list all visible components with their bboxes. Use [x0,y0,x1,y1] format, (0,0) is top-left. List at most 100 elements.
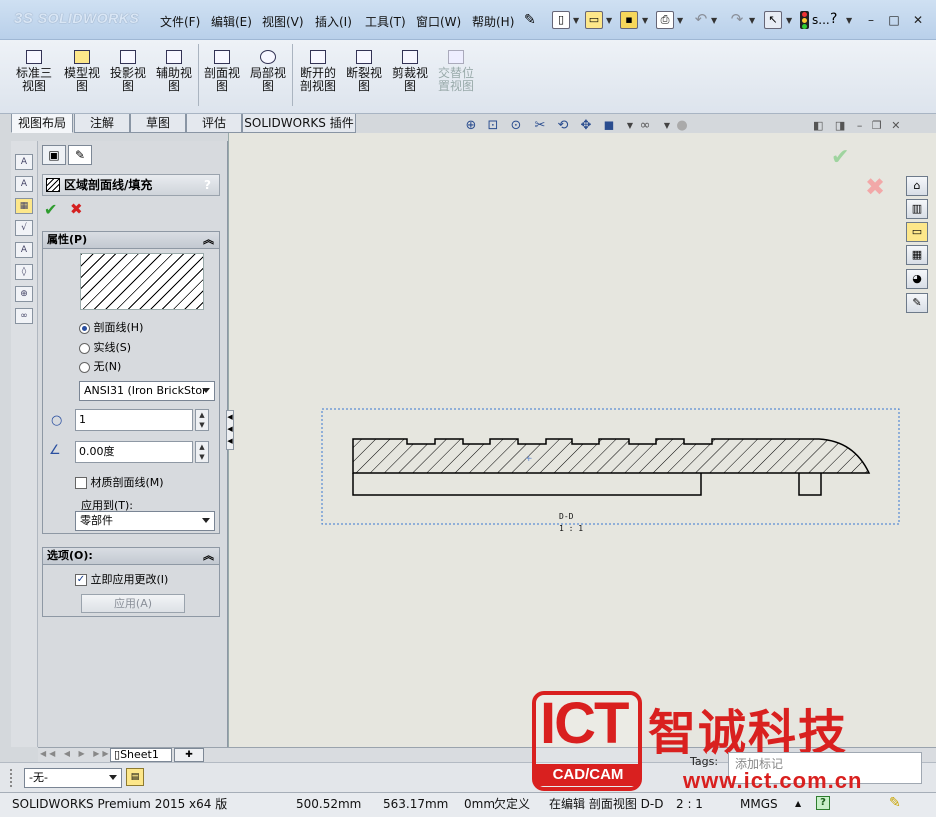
menu-help[interactable]: 帮助(H) [472,13,514,30]
center-mark-icon[interactable]: ⊕ [15,286,33,302]
section-view-button[interactable]: 剖面视图 [200,50,244,93]
pan-icon[interactable]: ✥ [578,118,594,134]
traffic-light-icon[interactable] [800,11,809,29]
zoom-previous-icon[interactable]: ⊙ [508,118,524,134]
zoom-to-area-icon[interactable]: ⊡ [485,118,501,134]
search-commands-label[interactable]: s... [812,13,830,27]
maximize-icon[interactable]: □ [885,12,903,28]
collapse-icon[interactable]: ︽ [203,232,214,248]
open-folder-icon[interactable]: ▭ [585,11,603,29]
file-explorer-icon[interactable]: ▭ [906,222,928,242]
close-doc-icon[interactable]: ✕ [891,119,900,132]
menu-tools[interactable]: 工具(T) [365,13,406,30]
restore-doc-icon[interactable]: ❐ [872,119,882,132]
chevron-down-icon[interactable]: ▼ [677,16,683,25]
radio-solid[interactable]: 实线(S) [79,339,131,355]
crop-view-button[interactable]: 剪裁视图 [388,50,432,93]
auxiliary-view-button[interactable]: 辅助视图 [152,50,196,93]
scale-stepper[interactable]: ▲ ▼ [195,409,209,431]
apply-immediately-checkbox[interactable]: ✓ 立即应用更改(I) [75,571,168,587]
pin-icon[interactable]: ✎ [524,12,536,28]
hatch-scale-input[interactable]: 1 [75,409,193,431]
print-icon[interactable]: ⎙ [656,11,674,29]
angle-stepper[interactable]: ▲ ▼ [195,441,209,463]
zoom-to-fit-icon[interactable]: ⊕ [463,118,479,134]
chevron-down-icon[interactable]: ▼ [659,118,675,134]
minimize-doc-icon[interactable]: – [857,119,863,132]
minimize-icon[interactable]: – [862,12,880,28]
properties-group-title[interactable]: 属性(P) ︽ [42,231,220,249]
help-question-icon[interactable]: ? [830,11,837,27]
solidworks-resources-icon[interactable]: ⌂ [906,176,928,196]
chevron-down-icon[interactable]: ▼ [573,16,579,25]
ok-button[interactable]: ✔ [44,200,57,219]
feature-manager-tab-icon[interactable]: ▣ [42,145,66,165]
hatch-angle-input[interactable]: 0.00度 [75,441,193,463]
rebuild-tag-icon[interactable]: ✎ [889,795,901,811]
appearance-sphere-icon[interactable]: ● [674,118,690,134]
material-crosshatch-checkbox[interactable]: 材质剖面线(M) [75,474,164,490]
new-file-icon[interactable]: ▯ [552,11,570,29]
collapse-icon[interactable]: ︽ [203,548,214,564]
broken-out-section-button[interactable]: 断开的剖视图 [296,50,340,93]
rotate-icon[interactable]: ⟲ [555,118,571,134]
redo-icon[interactable]: ↷ [728,11,746,29]
select-arrow-icon[interactable]: ↖ [764,11,782,29]
chevron-down-icon[interactable]: ▼ [786,16,792,25]
section-view-tool-icon[interactable]: ✂ [532,118,548,134]
options-group-title[interactable]: 选项(O): ︽ [42,547,220,565]
chevron-up-icon[interactable]: ▲ [795,793,801,815]
tab-evaluate[interactable]: 评估 [186,114,242,133]
apply-to-select[interactable]: 零部件 [75,511,215,531]
note-icon[interactable]: A [15,154,33,170]
sheet-nav-arrows[interactable]: ◀◀ ◀ ▶ ▶▶ [40,749,112,758]
drawing-canvas[interactable]: + [229,133,936,747]
solidworks-logo[interactable]: 3S SOLIDWORKS [14,10,139,27]
link-icon[interactable]: ∞ [15,308,33,324]
custom-properties-icon[interactable]: ✎ [906,293,928,313]
save-icon[interactable]: ▪ [620,11,638,29]
confirm-cancel-icon[interactable]: ✖ [865,173,885,201]
undo-icon[interactable]: ↶ [692,11,710,29]
detail-view-button[interactable]: 局部视图 [246,50,290,93]
chevron-down-icon[interactable]: ▼ [606,16,612,25]
chevron-down-icon[interactable]: ▼ [846,16,852,25]
menu-window[interactable]: 窗口(W) [416,13,461,30]
hatch-pattern-select[interactable]: ANSI31 (Iron BrickStor [79,381,215,401]
surface-finish-icon[interactable]: √ [15,220,33,236]
help-icon[interactable]: ? [816,796,830,810]
model-view-button[interactable]: 模型视图 [60,50,104,93]
datum-icon[interactable]: A [15,242,33,258]
menu-edit[interactable]: 编辑(E) [211,13,252,30]
hatch-fill-icon[interactable]: ▦ [15,198,33,214]
tab-view-layout[interactable]: 视图布局 [11,114,73,133]
menu-insert[interactable]: 插入(I) [315,13,352,30]
chevron-down-icon[interactable]: ▼ [622,118,638,134]
weld-symbol-icon[interactable]: ◊ [15,264,33,280]
tile-right-icon[interactable]: ◨ [835,119,845,132]
chevron-down-icon[interactable]: ▼ [711,16,717,25]
view-label-scale[interactable]: 1 : 1 [559,524,583,533]
tab-annotation[interactable]: 注解 [74,114,130,133]
standard-3-view-button[interactable]: 标准三视图 [12,50,56,93]
status-sheet-scale[interactable]: 2 : 1 [676,793,703,815]
confirm-check-icon[interactable]: ✔ [831,145,849,170]
layer-select[interactable]: -无- [24,768,122,788]
display-style-icon[interactable]: ◼ [601,118,617,134]
help-button[interactable]: ? [204,175,211,195]
cancel-button[interactable]: ✖ [70,200,83,218]
layer-properties-icon[interactable]: ▤ [126,768,144,786]
tab-sketch[interactable]: 草图 [130,114,186,133]
tile-left-icon[interactable]: ◧ [813,119,823,132]
section-hatch-region[interactable] [352,438,871,474]
graphics-area[interactable]: + D-D 1 : 1 ✔ ✖ ◧ ◨ – ❐ ✕ [228,119,936,747]
menu-file[interactable]: 文件(F) [160,13,200,30]
design-library-icon[interactable]: ▥ [906,199,928,219]
tab-solidworks-addins[interactable]: SOLIDWORKS 插件 [242,114,356,133]
menu-view[interactable]: 视图(V) [262,13,304,30]
radio-crosshatch[interactable]: 剖面线(H) [79,319,143,335]
chevron-down-icon[interactable]: ▼ [749,16,755,25]
panel-splitter-handle[interactable]: ◀ ◀ ◀ [226,410,234,450]
hide-show-icon[interactable]: ∞ [637,118,653,134]
add-sheet-icon[interactable]: ✚ [174,748,204,762]
